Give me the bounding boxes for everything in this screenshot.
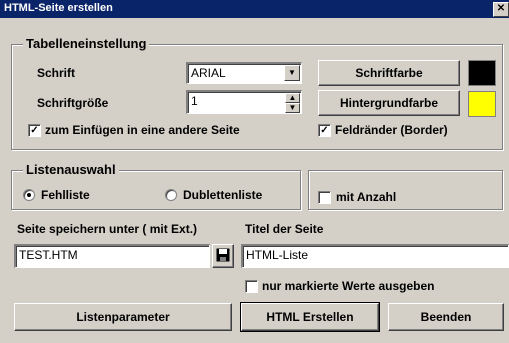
feldraender-label: Feldränder (Border) [335, 123, 448, 137]
feldraender-checkbox[interactable]: ✓ [318, 124, 331, 137]
schriftfarbe-swatch [468, 60, 496, 86]
window-title: HTML-Seite erstellen [4, 2, 113, 14]
nur-markierte-checkbox[interactable] [245, 280, 258, 293]
titel-input[interactable]: HTML-Liste [241, 244, 509, 268]
floppy-disk-icon [216, 248, 230, 265]
speichern-value: TEST.HTM [19, 248, 78, 262]
spin-down-icon[interactable]: ▼ [285, 103, 300, 113]
hintergrundfarbe-button[interactable]: Hintergrundfarbe [318, 90, 460, 116]
listenparameter-button[interactable]: Listenparameter [14, 303, 232, 331]
titel-label: Titel der Seite [245, 222, 324, 236]
schrift-select-value: ARIAL [191, 66, 226, 80]
tabelleneinstellung-legend: Tabelleneinstellung [23, 36, 150, 51]
schriftgroesse-label: Schriftgröße [37, 96, 109, 110]
mit-anzahl-label: mit Anzahl [336, 190, 397, 204]
titel-value: HTML-Liste [246, 248, 309, 262]
dublettenliste-label: Dublettenliste [183, 188, 263, 202]
schriftgroesse-stepper[interactable]: 1 ▲ ▼ [186, 90, 302, 114]
nur-markierte-label: nur markierte Werte ausgeben [262, 279, 435, 293]
schriftfarbe-button[interactable]: Schriftfarbe [318, 60, 460, 86]
chevron-down-icon[interactable]: ▼ [284, 65, 300, 81]
beenden-button[interactable]: Beenden [388, 303, 504, 331]
dublettenliste-radio[interactable] [165, 189, 177, 201]
fehlliste-label: Fehlliste [41, 188, 90, 202]
html-erstellen-button[interactable]: HTML Erstellen [240, 302, 380, 332]
schrift-select[interactable]: ARIAL ▼ [186, 62, 302, 84]
close-icon[interactable]: ✕ [493, 2, 509, 17]
speichern-label: Seite speichern unter ( mit Ext.) [17, 222, 198, 236]
listenauswahl-legend: Listenauswahl [23, 162, 119, 177]
speichern-input[interactable]: TEST.HTM [14, 244, 210, 268]
einfuegen-checkbox[interactable]: ✓ [28, 124, 41, 137]
schriftgroesse-value: 1 [191, 94, 198, 108]
fehlliste-radio[interactable] [23, 189, 35, 201]
schrift-label: Schrift [37, 66, 76, 80]
einfuegen-label: zum Einfügen in eine andere Seite [45, 123, 240, 137]
spin-up-icon[interactable]: ▲ [285, 93, 300, 103]
hintergrundfarbe-swatch [468, 91, 496, 117]
mit-anzahl-checkbox[interactable] [318, 191, 331, 204]
title-bar: HTML-Seite erstellen ✕ [0, 0, 509, 18]
save-file-button[interactable] [212, 244, 234, 268]
